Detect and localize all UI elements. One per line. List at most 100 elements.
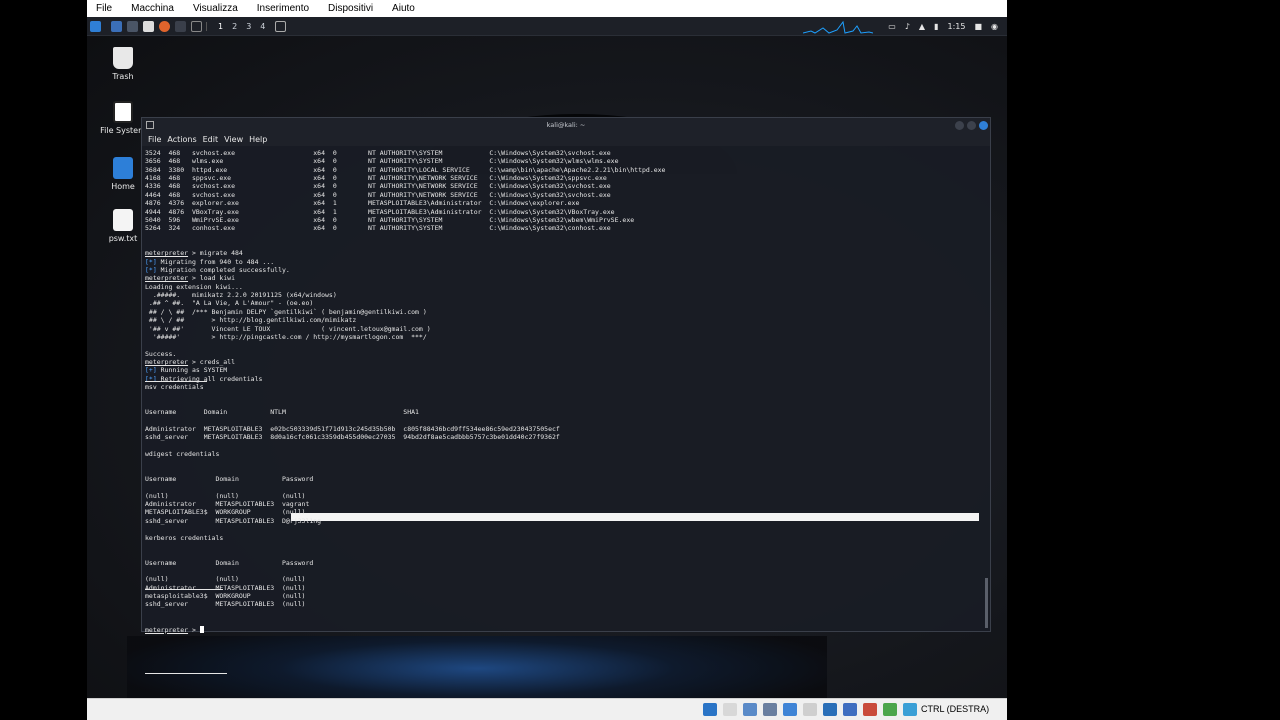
- optical-icon[interactable]: [723, 703, 737, 716]
- terminal-line: Administrator METASPLOITABLE3 e02bc50333…: [145, 425, 560, 433]
- terminal-window[interactable]: kali@kali: ~ File Actions Edit View Help 352…: [141, 117, 991, 674]
- line-text: 5040 596 WmiPrvSE.exe x64 0 NT AUTHORITY…: [145, 215, 635, 224]
- power-icon[interactable]: ◉: [991, 22, 998, 31]
- home-icon: [113, 157, 133, 179]
- host-menu-file[interactable]: File: [96, 3, 112, 14]
- terminal-line: 4944 4876 VBoxTray.exe x64 1 METASPLOITA…: [145, 208, 615, 216]
- line-text: Success.: [145, 349, 177, 358]
- kali-menu-icon[interactable]: [90, 20, 101, 32]
- host-menu-aiuto[interactable]: Aiuto: [392, 3, 415, 14]
- status-marker: [+]: [145, 366, 157, 375]
- close-button[interactable]: [979, 121, 988, 130]
- host-menu-dispositivi[interactable]: Dispositivi: [328, 3, 373, 14]
- terminal-menu-actions[interactable]: Actions: [167, 135, 196, 144]
- kali-taskbar: 1234 ▭ ♪ ▲ ▮ 1:15 ■ ◉: [87, 17, 1007, 36]
- line-text: Administrator METASPLOITABLE3 vagrant: [145, 500, 310, 509]
- line-text: Migration completed successfully.: [156, 266, 290, 275]
- terminal-menu-file[interactable]: File: [148, 135, 161, 144]
- terminal-line: Administrator METASPLOITABLE3 vagrant: [145, 500, 309, 508]
- terminal-task-icon[interactable]: [275, 20, 287, 32]
- terminal-line: Success.: [145, 350, 176, 358]
- battery-icon[interactable]: ▮: [934, 22, 938, 31]
- host-menu-macchina[interactable]: Macchina: [131, 3, 174, 14]
- cpu-graph-svg: [802, 20, 874, 34]
- desktop-icon-label: Trash: [112, 72, 134, 81]
- display-icon[interactable]: [823, 703, 837, 716]
- terminal-line: sshd_server METASPLOITABLE3 (null): [145, 600, 305, 608]
- firefox-icon[interactable]: [159, 20, 170, 32]
- psw-txt-icon: [113, 209, 133, 231]
- line-text: wdigest credentials: [145, 449, 220, 458]
- vbox-menubar: File Macchina Visualizza Inserimento Disposi…: [87, 0, 1007, 17]
- audio-icon[interactable]: [743, 703, 757, 716]
- terminal-line: 5264 324 conhost.exe x64 0 NT AUTHORITY\…: [145, 224, 611, 232]
- minimize-button[interactable]: [955, 121, 964, 130]
- workspace-2[interactable]: 2: [232, 22, 237, 31]
- maximize-button[interactable]: [967, 121, 976, 130]
- workspace-1[interactable]: 1: [218, 22, 223, 31]
- hdd-icon[interactable]: [703, 703, 717, 716]
- terminal-line: [*] Migrating from 940 to 484 ...: [145, 258, 274, 266]
- terminal-menu-help[interactable]: Help: [249, 135, 267, 144]
- terminal-scrollbar[interactable]: [985, 578, 988, 628]
- line-text: 4944 4876 VBoxTray.exe x64 1 METASPLOITA…: [145, 207, 615, 216]
- terminal-line: [+] Running as SYSTEM: [145, 366, 227, 374]
- terminal-line: [*] Migration completed successfully.: [145, 266, 290, 274]
- line-text: Administrator METASPLOITABLE3 e02bc50333…: [145, 424, 560, 433]
- text-editor-icon[interactable]: [143, 20, 154, 32]
- desktop-icon[interactable]: [111, 20, 122, 32]
- usb-icon[interactable]: [783, 703, 797, 716]
- desktop-icon-trash[interactable]: Trash: [93, 47, 153, 81]
- terminal-line: '#####' > http://pingcastle.com / http:/…: [145, 333, 427, 341]
- line-text: Username Domain Password: [145, 475, 314, 484]
- right-black-area: [1007, 0, 1280, 720]
- volume-icon[interactable]: ♪: [905, 22, 910, 31]
- screen-icon[interactable]: ▭: [888, 22, 896, 31]
- status-marker: [*]: [145, 266, 157, 275]
- host-key-label: CTRL (DESTRA): [921, 704, 990, 714]
- line-text: msv credentials: [145, 383, 204, 392]
- line-text: Migrating from 940 to 484 ...: [156, 257, 275, 266]
- terminal-line: meterpreter >: [145, 626, 204, 634]
- terminal-line: 5040 596 WmiPrvSE.exe x64 0 NT AUTHORITY…: [145, 216, 634, 224]
- chevron-down-icon[interactable]: [191, 20, 202, 32]
- folder-icon[interactable]: [127, 20, 138, 32]
- host-menu-inserimento[interactable]: Inserimento: [257, 3, 309, 14]
- guest-display[interactable]: 1234 ▭ ♪ ▲ ▮ 1:15 ■ ◉ Trash File System Ho…: [87, 17, 1007, 698]
- line-text: > load kiwi: [188, 274, 236, 283]
- line-text: metasploitable3$ WORKGROUP (null): [145, 592, 306, 601]
- line-text: sshd_server METASPLOITABLE3 8d0a16cfc061…: [145, 433, 560, 442]
- terminal-line: wdigest credentials: [145, 450, 219, 458]
- line-text: > migrate 484: [188, 249, 243, 258]
- shared-folder-icon[interactable]: [803, 703, 817, 716]
- terminal-titlebar[interactable]: kali@kali: ~: [142, 118, 990, 133]
- terminal-line: 3684 3380 httpd.exe x64 0 NT AUTHORITY\L…: [145, 166, 665, 174]
- bell-icon[interactable]: ▲: [919, 22, 925, 31]
- host-menu-visualizza[interactable]: Visualizza: [193, 3, 238, 14]
- line-text: kerberos credentials: [145, 533, 224, 542]
- lock-icon[interactable]: ■: [974, 22, 982, 31]
- line-text: (null) (null) (null): [145, 491, 306, 500]
- cpu-graph: [802, 18, 874, 34]
- terminal-menu-view[interactable]: View: [224, 135, 243, 144]
- terminal-icon[interactable]: [175, 20, 186, 32]
- network-icon[interactable]: [763, 703, 777, 716]
- recording-icon[interactable]: [843, 703, 857, 716]
- mouse-integration-icon[interactable]: [903, 703, 917, 716]
- clock[interactable]: 1:15: [947, 22, 965, 31]
- line-text: 3524 468 svchost.exe x64 0 NT AUTHORITY\…: [145, 149, 611, 157]
- workspace-3[interactable]: 3: [246, 22, 251, 31]
- terminal-line: ## \ / ## > http://blog.gentilkiwi.com/m…: [145, 316, 356, 324]
- line-text: 3684 3380 httpd.exe x64 0 NT AUTHORITY\L…: [145, 165, 666, 174]
- prompt: meterpreter: [145, 625, 189, 634]
- capture-icon[interactable]: [863, 703, 877, 716]
- wdigest-underline: [145, 589, 223, 590]
- terminal-menu-edit[interactable]: Edit: [203, 135, 219, 144]
- line-text: 4876 4376 explorer.exe x64 1 METASPLOITA…: [145, 199, 580, 208]
- workspace-switcher[interactable]: 1234: [206, 21, 265, 31]
- terminal-line: (null) (null) (null): [145, 575, 305, 583]
- workspace-4[interactable]: 4: [260, 22, 265, 31]
- terminal-output[interactable]: 3524 468 svchost.exe x64 0 NT AUTHORITY\…: [145, 149, 985, 674]
- guest-additions-icon[interactable]: [883, 703, 897, 716]
- terminal-line: meterpreter > migrate 484: [145, 249, 243, 257]
